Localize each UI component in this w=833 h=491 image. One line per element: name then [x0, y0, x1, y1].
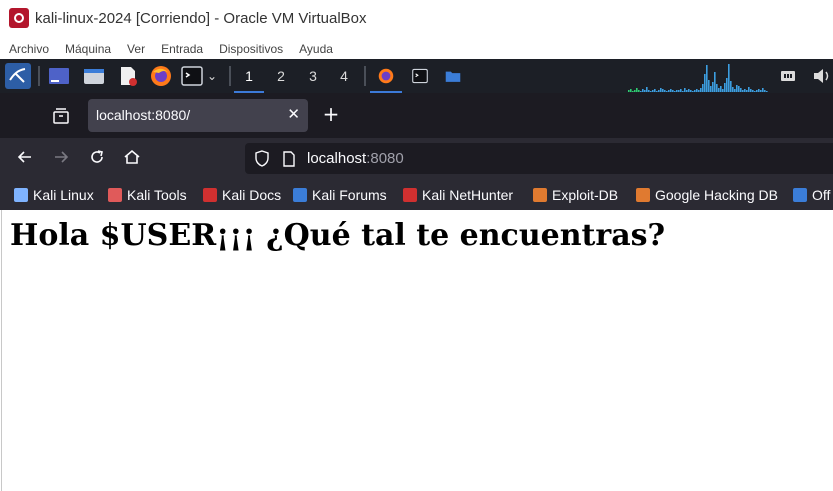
reload-button[interactable]: [86, 148, 108, 170]
bookmark-item[interactable]: Google Hacking DB: [636, 186, 778, 204]
workspace-4[interactable]: 4: [329, 59, 359, 93]
bookmark-favicon-icon: [403, 188, 417, 202]
bookmark-favicon-icon: [203, 188, 217, 202]
show-desktop-icon[interactable]: [48, 65, 70, 87]
bookmark-item[interactable]: Kali Tools: [108, 186, 187, 204]
home-button[interactable]: [121, 148, 143, 170]
home-icon: [124, 149, 140, 164]
bookmark-label: Google Hacking DB: [655, 187, 778, 203]
workspace-3[interactable]: 3: [298, 59, 328, 93]
folder-icon: [445, 71, 461, 82]
chevron-down-icon[interactable]: ⌄: [207, 65, 221, 87]
bookmark-label: Kali Linux: [33, 187, 94, 203]
url-text: localhost:8080: [307, 150, 404, 167]
page-info-icon[interactable]: [282, 151, 296, 167]
url-port: :8080: [366, 150, 404, 167]
bookmark-favicon-icon: [636, 188, 650, 202]
panel-separator: [229, 66, 231, 86]
forward-button[interactable]: [50, 148, 72, 170]
workspace-2[interactable]: 2: [266, 59, 296, 93]
shield-icon[interactable]: [254, 150, 270, 167]
menu-ver[interactable]: Ver: [127, 42, 145, 56]
back-button[interactable]: [14, 148, 36, 170]
new-tab-button[interactable]: +: [320, 103, 342, 125]
bookmark-favicon-icon: [108, 188, 122, 202]
bookmark-favicon-icon: [793, 188, 807, 202]
url-host: localhost: [307, 150, 367, 167]
workspace-1[interactable]: 1: [234, 59, 264, 93]
page-heading: Hola $USER¡¡¡ ¿Qué tal te encuentras?: [10, 218, 666, 253]
menu-dispositivos[interactable]: Dispositivos: [219, 42, 283, 56]
menu-ayuda[interactable]: Ayuda: [299, 42, 333, 56]
bookmark-item[interactable]: Kali Docs: [203, 186, 281, 204]
kali-top-panel: ⌄ 1 2 3 4: [0, 59, 833, 93]
bookmark-favicon-icon: [293, 188, 307, 202]
page-viewport: Hola $USER¡¡¡ ¿Qué tal te encuentras?: [1, 210, 833, 491]
bookmark-label: Kali Docs: [222, 187, 282, 203]
url-bar[interactable]: localhost:8080: [245, 143, 833, 174]
window-titlebar: kali-linux-2024 [Corriendo] - Oracle VM …: [0, 0, 833, 36]
forward-arrow-icon: [55, 151, 69, 163]
reload-icon: [91, 150, 103, 163]
menu-entrada[interactable]: Entrada: [161, 42, 203, 56]
back-arrow-icon: [17, 151, 31, 163]
bookmark-favicon-icon: [14, 188, 28, 202]
bookmark-label: Kali Forums: [312, 187, 387, 203]
bookmark-label: Off: [812, 187, 831, 203]
menu-maquina[interactable]: Máquina: [65, 42, 111, 56]
bookmark-favicon-icon: [533, 188, 547, 202]
bookmarks-toolbar: Kali Linux Kali Tools Kali Docs Kali Forums…: [0, 180, 833, 210]
browser-navbar: localhost:8080: [0, 138, 833, 180]
browser-tabstrip: localhost:8080/ ✕ +: [0, 93, 833, 138]
network-icon[interactable]: [780, 65, 798, 87]
kali-menu-icon[interactable]: [5, 63, 31, 89]
text-editor-icon[interactable]: [117, 65, 139, 87]
tab-active[interactable]: localhost:8080/ ✕: [88, 99, 308, 132]
bookmark-label: Kali NetHunter: [422, 187, 514, 203]
bookmark-label: Kali Tools: [127, 187, 187, 203]
tab-title: localhost:8080/: [96, 107, 191, 123]
virtualbox-app-icon: [9, 8, 29, 28]
panel-separator: [38, 66, 40, 86]
close-icon[interactable]: ✕: [287, 105, 300, 123]
cpu-graph: [628, 64, 768, 92]
bookmark-item[interactable]: Kali Forums: [293, 186, 387, 204]
terminal-icon[interactable]: [181, 65, 203, 87]
panel-separator: [364, 66, 366, 86]
bookmark-item[interactable]: Kali NetHunter: [403, 186, 513, 204]
window-title: kali-linux-2024 [Corriendo] - Oracle VM …: [35, 9, 367, 27]
menu-archivo[interactable]: Archivo: [9, 42, 49, 56]
task-folder[interactable]: [438, 59, 468, 93]
volume-icon[interactable]: [812, 65, 832, 87]
bookmark-item[interactable]: Kali Linux: [14, 186, 94, 204]
terminal-icon: [412, 68, 428, 84]
task-terminal[interactable]: [405, 59, 435, 93]
tab-overview-icon[interactable]: [52, 107, 70, 125]
host-menubar: Archivo Máquina Ver Entrada Dispositivos…: [0, 38, 833, 59]
bookmark-label: Exploit-DB: [552, 187, 619, 203]
file-manager-icon[interactable]: [83, 65, 105, 87]
task-firefox[interactable]: [370, 59, 402, 93]
firefox-icon: [378, 68, 394, 84]
bookmark-item[interactable]: Exploit-DB: [533, 186, 618, 204]
firefox-icon[interactable]: [150, 65, 172, 87]
bookmark-item[interactable]: Off: [793, 186, 830, 204]
